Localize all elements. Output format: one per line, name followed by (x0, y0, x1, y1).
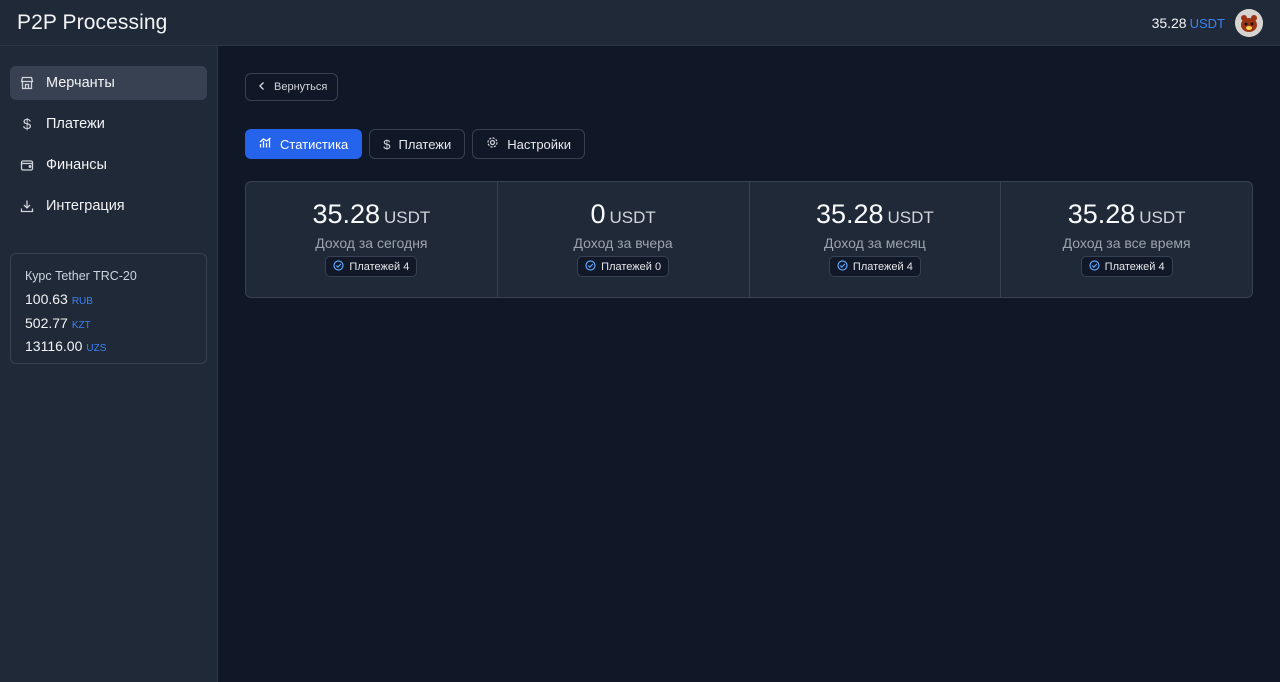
stat-card-yesterday: 0 USDT Доход за вчера Платежей 0 (498, 182, 750, 297)
tab-label: Настройки (507, 136, 571, 152)
stat-value: 35.28 USDT (816, 199, 934, 230)
wallet-icon (20, 158, 34, 172)
stat-currency: USDT (887, 208, 934, 227)
badge-label: Платежей 0 (601, 260, 662, 273)
stat-card-month: 35.28 USDT Доход за месяц Платежей 4 (750, 182, 1002, 297)
check-circle-icon (333, 259, 345, 274)
rate-value: 100.63 (25, 291, 68, 307)
tab-statistics[interactable]: Статистика (245, 129, 363, 159)
rate-row-uzs: 13116.00 UZS (25, 336, 192, 360)
exchange-rate-panel: Курс Tether TRC-20 100.63 RUB 502.77 KZT 1… (10, 253, 207, 364)
rate-currency: KZT (71, 319, 91, 331)
stat-label: Доход за сегодня (315, 235, 428, 251)
stat-label: Доход за месяц (823, 235, 926, 251)
stat-amount: 35.28 (1067, 199, 1136, 229)
stat-currency: USDT (609, 208, 656, 227)
header-account: 35.28 USDT (1152, 8, 1263, 37)
payments-count-badge: Платежей 4 (828, 256, 921, 277)
payments-count-badge: Платежей 0 (577, 256, 670, 277)
stat-currency: USDT (384, 208, 431, 227)
main-content: Вернуться Статистика $ Платежи Настройки… (219, 46, 1280, 682)
rate-currency: RUB (71, 296, 93, 307)
stat-amount: 35.28 (312, 199, 381, 229)
stat-currency: USDT (1139, 208, 1186, 227)
payments-count-badge: Платежей 4 (1080, 256, 1173, 277)
stat-amount: 0 (590, 199, 606, 229)
sidebar-item-label: Финансы (46, 157, 107, 173)
stat-value: 0 USDT (590, 199, 655, 230)
stat-value: 35.28 USDT (312, 199, 430, 230)
check-circle-icon (585, 259, 596, 274)
header-balance: 35.28 USDT (1152, 15, 1225, 31)
sidebar-item-label: Интеграция (46, 198, 125, 214)
check-circle-icon (1089, 259, 1100, 274)
tab-settings[interactable]: Настройки (472, 129, 585, 159)
payments-count-badge: Платежей 4 (325, 256, 418, 277)
sidebar-item-merchants[interactable]: Мерчанты (10, 66, 207, 100)
sidebar-item-finances[interactable]: Финансы (10, 148, 207, 182)
gear-icon (486, 136, 499, 152)
badge-label: Платежей 4 (349, 260, 410, 273)
sidebar-item-label: Мерчанты (46, 75, 115, 91)
tab-label: Статистика (280, 136, 349, 152)
top-bar: P2P Processing 35.28 USDT (0, 0, 1280, 46)
tab-payments[interactable]: $ Платежи (369, 129, 466, 159)
rate-row-rub: 100.63 RUB (25, 289, 192, 313)
dollar-icon: $ (22, 115, 32, 133)
stat-label: Доход за вчера (573, 235, 673, 251)
stat-label: Доход за все время (1062, 235, 1191, 251)
badge-label: Платежей 4 (852, 260, 913, 273)
chevron-left-icon (258, 81, 266, 94)
back-button-label: Вернуться (274, 81, 328, 93)
download-icon (20, 199, 34, 213)
sidebar-item-payments[interactable]: $ Платежи (10, 107, 207, 141)
balance-value: 35.28 (1151, 14, 1187, 31)
sidebar-item-integration[interactable]: Интеграция (10, 189, 207, 223)
avatar[interactable] (1235, 8, 1263, 37)
rate-title: Курс Tether TRC-20 (25, 269, 137, 283)
rate-row-kzt: 502.77 KZT (25, 313, 192, 337)
balance-currency: USDT (1189, 15, 1225, 31)
chart-icon (259, 136, 272, 152)
rate-currency: UZS (86, 343, 107, 354)
avatar-image (1235, 8, 1263, 37)
sidebar-item-label: Платежи (46, 116, 105, 132)
stat-value: 35.28 USDT (1068, 199, 1186, 230)
dollar-icon: $ (383, 136, 391, 152)
tab-bar: Статистика $ Платежи Настройки (245, 129, 585, 159)
rate-value: 502.77 (25, 314, 68, 331)
check-circle-icon (837, 259, 848, 274)
stats-panel: 35.28 USDT Доход за сегодня Платежей 4 0U… (245, 181, 1253, 298)
tab-label: Платежи (398, 136, 452, 152)
sidebar: Мерчанты $ Платежи Финансы Интеграция Ку… (0, 46, 218, 682)
stat-amount: 35.28 (815, 199, 884, 229)
brand-title: P2P Processing (17, 10, 168, 34)
stat-card-today: 35.28 USDT Доход за сегодня Платежей 4 (246, 182, 498, 297)
rate-value: 13116.00 (25, 338, 83, 354)
stat-card-all-time: 35.28 USDT Доход за все время Платежей 4 (1001, 182, 1252, 297)
badge-label: Платежей 4 (1104, 260, 1165, 273)
back-button[interactable]: Вернуться (245, 73, 338, 101)
store-icon (20, 76, 34, 90)
